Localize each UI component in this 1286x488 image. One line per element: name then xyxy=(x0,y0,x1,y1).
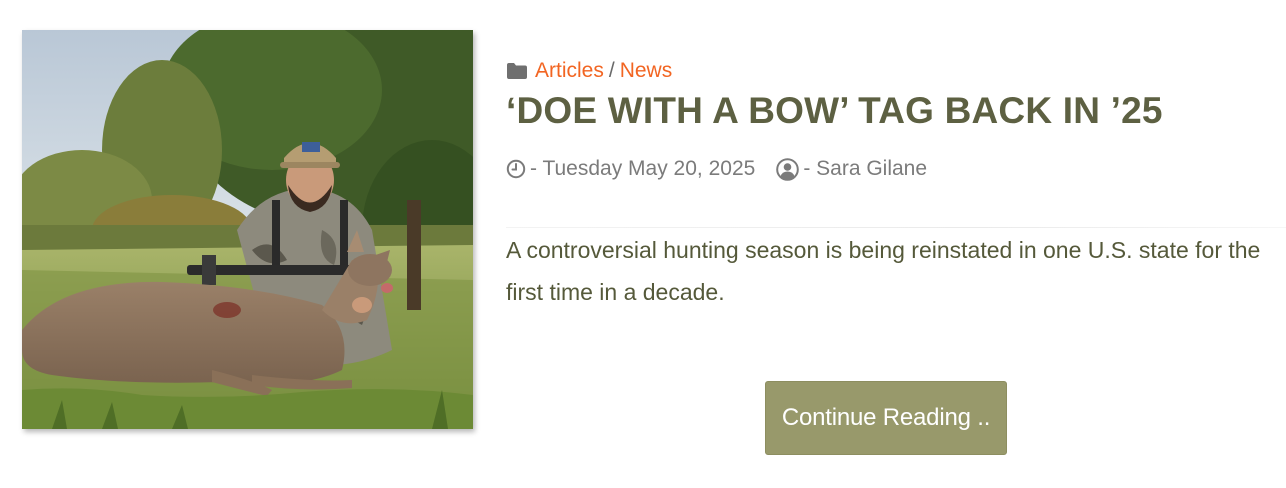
folder-icon xyxy=(507,63,527,79)
post-author[interactable]: - Sara Gilane xyxy=(776,157,927,181)
post-byline: - Tuesday May 20, 2025 - Sara Gilane xyxy=(506,155,927,183)
post-excerpt: A controversial hunting season is being … xyxy=(506,237,1261,305)
featured-image[interactable] xyxy=(22,30,473,429)
post-author-name: - Sara Gilane xyxy=(803,157,928,180)
post-categories: Articles / News xyxy=(506,58,672,84)
post-card: Articles / News ‘DOE WITH A BOW’ TAG BAC… xyxy=(0,0,1286,488)
user-circle-icon xyxy=(776,157,800,181)
hunter-with-deer-photo xyxy=(22,30,473,429)
post-date: - Tuesday May 20, 2025 xyxy=(530,157,756,180)
post-title[interactable]: ‘DOE WITH A BOW’ TAG BACK IN ’25 xyxy=(506,90,1163,132)
continue-reading-button[interactable]: Continue Reading .. xyxy=(765,381,1007,455)
category-link-news[interactable]: News xyxy=(620,59,673,83)
category-separator: / xyxy=(608,59,615,82)
clock-icon xyxy=(506,159,526,179)
meta-divider xyxy=(506,227,1286,228)
category-link-articles[interactable]: Articles xyxy=(535,59,604,83)
